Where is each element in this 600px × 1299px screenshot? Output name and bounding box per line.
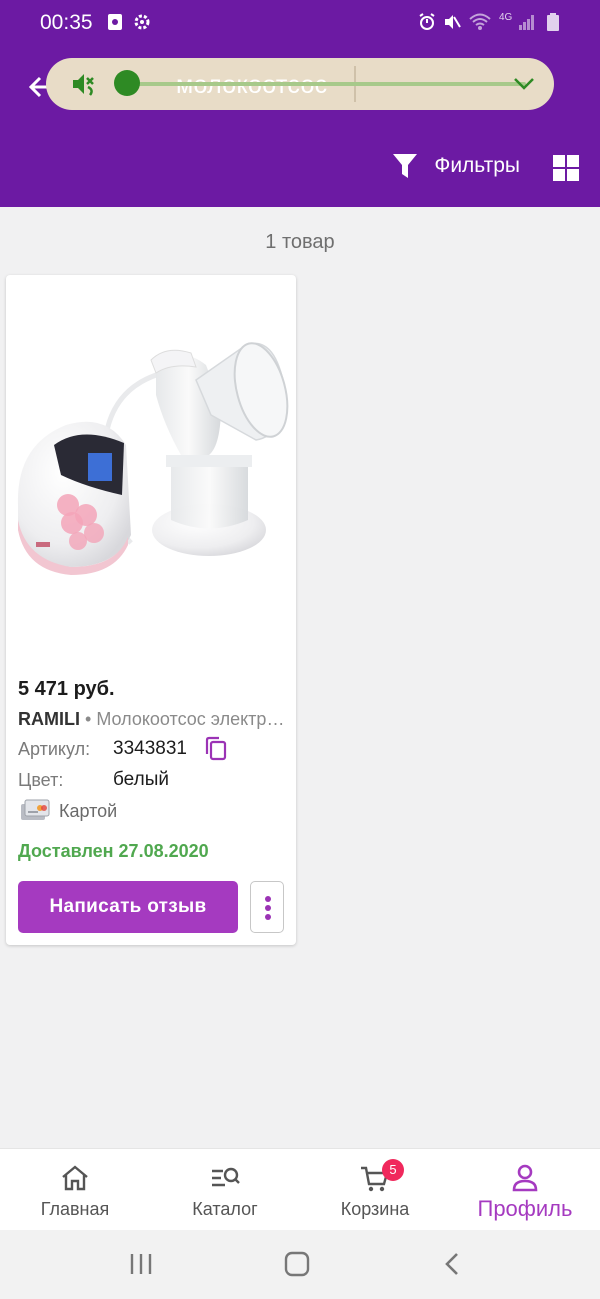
filter-funnel-icon bbox=[393, 154, 418, 178]
product-title[interactable]: RAMILI • Молокоотсос электрический bbox=[18, 709, 288, 730]
grid-view-icon[interactable] bbox=[552, 154, 580, 182]
title-separator: • bbox=[80, 709, 97, 729]
color-value: белый bbox=[113, 769, 169, 790]
product-name: Молокоотсос электрический bbox=[96, 709, 288, 729]
alarm-icon bbox=[419, 13, 435, 30]
more-dot bbox=[265, 905, 271, 911]
home-system-icon[interactable] bbox=[284, 1251, 310, 1277]
more-dots-icon bbox=[265, 896, 271, 902]
search-field[interactable]: молокоотсос bbox=[46, 58, 554, 110]
more-dot bbox=[265, 914, 271, 920]
article-value: 3343831 bbox=[113, 738, 187, 759]
nav-item-cart[interactable]: 5 Корзина bbox=[300, 1149, 450, 1231]
cart-badge: 5 bbox=[382, 1159, 404, 1181]
credit-card-icon bbox=[21, 799, 50, 820]
app-bar: молокоотсос Фильтры bbox=[0, 46, 600, 207]
mute-status-icon bbox=[445, 15, 461, 29]
status-time: 00:35 bbox=[40, 11, 93, 34]
product-image[interactable] bbox=[6, 305, 296, 625]
nav-label-cart: Корзина bbox=[340, 1199, 410, 1219]
nav-label-catalog: Каталог bbox=[192, 1199, 258, 1219]
screenshot-icon bbox=[108, 14, 122, 30]
settings-icon bbox=[134, 14, 150, 30]
product-brand: RAMILI bbox=[18, 709, 80, 729]
payment-method: Картой bbox=[59, 801, 118, 821]
volume-mute-icon[interactable] bbox=[70, 71, 98, 97]
back-system-icon[interactable] bbox=[442, 1252, 462, 1276]
copy-icon[interactable] bbox=[204, 736, 228, 762]
bottom-navigation: Главная Каталог 5 Корзина Профиль bbox=[0, 1148, 600, 1230]
write-review-button[interactable]: Написать отзыв bbox=[18, 881, 238, 933]
result-count: 1 товар bbox=[265, 231, 335, 253]
system-navigation-bar bbox=[0, 1230, 600, 1299]
color-label: Цвет: bbox=[18, 770, 64, 790]
delivery-status: Доставлен 27.08.2020 bbox=[18, 841, 209, 861]
network-type-label: 4G bbox=[499, 12, 513, 23]
article-label: Артикул: bbox=[18, 739, 91, 759]
wifi-icon bbox=[469, 13, 491, 30]
nav-item-home[interactable]: Главная bbox=[0, 1149, 150, 1231]
product-price: 5 471 руб. bbox=[18, 678, 115, 700]
filters-label: Фильтры bbox=[434, 154, 520, 177]
volume-slider-track[interactable] bbox=[130, 82, 526, 86]
product-card[interactable]: 5 471 руб. RAMILI • Молокоотсос электрич… bbox=[6, 275, 296, 945]
home-icon bbox=[62, 1165, 88, 1191]
profile-icon bbox=[512, 1164, 538, 1192]
battery-icon bbox=[547, 13, 559, 31]
filters-button[interactable]: Фильтры bbox=[392, 152, 520, 180]
nav-item-profile[interactable]: Профиль bbox=[450, 1149, 600, 1231]
nav-label-home: Главная bbox=[40, 1199, 110, 1219]
chevron-down-icon[interactable] bbox=[512, 74, 536, 94]
recent-apps-icon[interactable] bbox=[128, 1252, 154, 1276]
catalog-search-icon bbox=[212, 1167, 240, 1187]
signal-icon bbox=[519, 15, 534, 30]
nav-label-profile: Профиль bbox=[477, 1196, 573, 1221]
volume-slider-thumb[interactable] bbox=[114, 70, 140, 96]
more-options-button[interactable] bbox=[250, 881, 284, 933]
status-bar: 00:35 4G bbox=[0, 0, 600, 46]
nav-item-catalog[interactable]: Каталог bbox=[150, 1149, 300, 1231]
